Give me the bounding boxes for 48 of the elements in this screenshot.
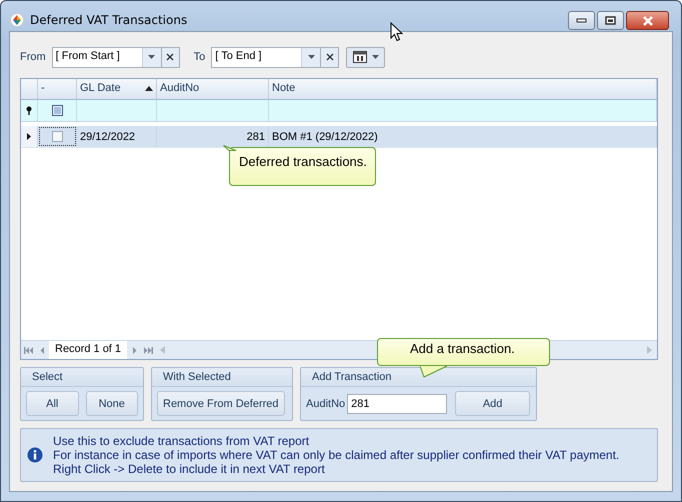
info-icon — [27, 447, 43, 463]
group-title: Select — [21, 368, 143, 387]
to-date-field[interactable]: [ To End ] — [211, 46, 322, 68]
audit-no-field[interactable]: 281 — [347, 394, 448, 414]
column-header[interactable]: - — [38, 79, 77, 99]
action-button[interactable]: All — [26, 391, 78, 416]
app-logo-icon — [10, 13, 24, 27]
maximize-icon — [605, 16, 616, 25]
dropdown-arrow-icon[interactable] — [308, 55, 315, 59]
from-date-field[interactable]: [ From Start ] — [52, 46, 162, 68]
calendar-dropdown-button[interactable] — [346, 46, 386, 68]
from-label: From — [20, 51, 46, 63]
add-button[interactable]: Add — [455, 391, 530, 416]
info-text: Use this to exclude transactions from VAT report — [53, 434, 310, 448]
record-counter: Record 1 of 1 — [49, 341, 128, 359]
column-header[interactable]: GL Date — [77, 79, 157, 99]
column-header[interactable]: AuditNo — [157, 79, 269, 99]
info-text: For instance in case of imports where VAT can only be claimed after supplier confirmed their VAT payment. — [53, 448, 620, 462]
to-label: To — [194, 51, 206, 63]
tooltip: Deferred transactions. — [223, 145, 376, 186]
mouse-cursor-icon — [390, 22, 403, 42]
dropdown-arrow-icon[interactable] — [148, 55, 156, 59]
table-row[interactable]: 29/12/2022 281 BOM #1 (29/12/2022) — [21, 126, 657, 148]
filter-row-icon — [26, 106, 32, 115]
action-button[interactable]: Remove From Deferred — [157, 391, 285, 416]
window-title: Deferred VAT Transactions — [30, 13, 188, 27]
group-title: With Selected — [152, 368, 292, 387]
maximize-button[interactable] — [597, 11, 624, 30]
clear-button[interactable] — [162, 46, 180, 68]
dropdown-arrow-icon — [372, 55, 379, 59]
clear-icon — [326, 53, 334, 61]
checkbox[interactable] — [52, 131, 62, 142]
group-title: Add Transaction — [301, 368, 536, 387]
table-cell: 29/12/2022 — [77, 126, 157, 147]
clear-icon — [166, 53, 174, 61]
clear-button[interactable] — [321, 46, 340, 68]
current-row-icon — [27, 133, 31, 140]
close-button[interactable] — [626, 11, 669, 30]
close-icon — [642, 16, 654, 26]
callout-pointer-icon — [223, 145, 237, 151]
minimize-icon — [576, 18, 587, 23]
minimize-button[interactable] — [568, 11, 595, 30]
action-button[interactable]: None — [86, 391, 138, 416]
column-header[interactable]: Note — [269, 79, 657, 99]
calendar-icon — [352, 51, 367, 63]
audit-no-label: AuditNo — [306, 398, 346, 410]
checkbox[interactable] — [52, 105, 62, 116]
info-text: Right Click -> Delete to include it in next VAT report — [53, 462, 326, 476]
